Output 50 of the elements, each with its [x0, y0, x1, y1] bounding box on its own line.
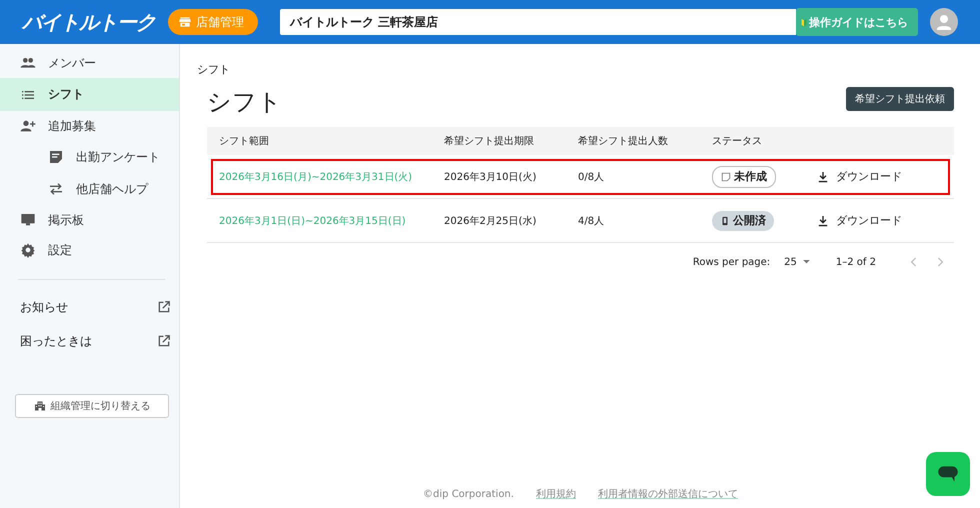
settings-icon — [20, 242, 36, 258]
column-header: シフト範囲 — [218, 135, 270, 148]
download-icon — [818, 214, 828, 226]
monitor-icon — [20, 212, 36, 228]
table-cell-text: 4/8人 — [578, 214, 606, 228]
phone-icon — [720, 216, 730, 226]
store-name-field[interactable]: バイトルトーク 三軒茶屋店 — [280, 9, 796, 35]
download-icon — [818, 170, 828, 182]
download-button[interactable]: ダウンロード — [818, 213, 902, 228]
sidebar-link[interactable]: 困ったときは — [0, 324, 179, 358]
beginner-mark-icon — [801, 17, 807, 27]
column-header: ステータス — [712, 135, 763, 148]
copyright: ©dip Corporation. — [423, 488, 514, 500]
sidebar-item[interactable]: 他店舗ヘルプ — [0, 173, 179, 205]
request-button[interactable]: 希望シフト提出依頼 — [846, 87, 954, 111]
footer-link[interactable]: 利用者情報の外部送信について — [598, 487, 738, 501]
sidebar-item[interactable]: 掲示板 — [0, 205, 179, 235]
person-add-icon — [20, 118, 36, 134]
sidebar-item[interactable]: 追加募集 — [0, 111, 179, 141]
table-cell-text: 0/8人 — [578, 170, 606, 184]
column-header: 希望シフト提出期限 — [444, 134, 535, 148]
page-range: 1–2 of 2 — [836, 256, 876, 268]
status-chip: 未作成 — [712, 166, 776, 188]
draft-icon — [721, 172, 731, 182]
rows-per-page-label: Rows per page: — [692, 256, 770, 268]
download-button[interactable]: ダウンロード — [818, 169, 902, 184]
store-icon — [178, 15, 192, 29]
dropdown-icon — [802, 260, 810, 264]
sidebar-item[interactable]: 設定 — [0, 235, 179, 265]
rows-per-page-select[interactable]: 25 — [784, 256, 810, 268]
sidebar-link[interactable]: お知らせ — [0, 290, 179, 324]
table-cell-text: 2026年2月25日(水) — [444, 214, 538, 228]
sidebar-item[interactable]: シフト — [0, 78, 179, 111]
footer-link[interactable]: 利用規約 — [536, 487, 576, 501]
chat-button[interactable] — [926, 452, 970, 496]
sidebar-item[interactable]: 出勤アンケート — [0, 141, 179, 173]
breadcrumb: シフト — [197, 62, 231, 77]
column-header: 希望シフト提出人数 — [578, 134, 669, 148]
external-link-icon — [157, 300, 171, 314]
swap-arrows-icon — [48, 181, 64, 197]
status-chip: 公開済 — [712, 210, 774, 230]
table-cell-text: 2026年3月10日(火) — [444, 170, 538, 184]
avatar-icon[interactable] — [930, 8, 958, 36]
note-icon — [48, 149, 64, 165]
external-link-icon — [157, 334, 171, 348]
page-title: シフト — [207, 87, 282, 118]
buildings-icon — [34, 400, 46, 412]
logo[interactable]: バイトルトーク — [22, 8, 168, 36]
sidebar-item[interactable]: メンバー — [0, 48, 179, 78]
switch-button[interactable]: 組織管理に切り替える — [15, 394, 169, 418]
